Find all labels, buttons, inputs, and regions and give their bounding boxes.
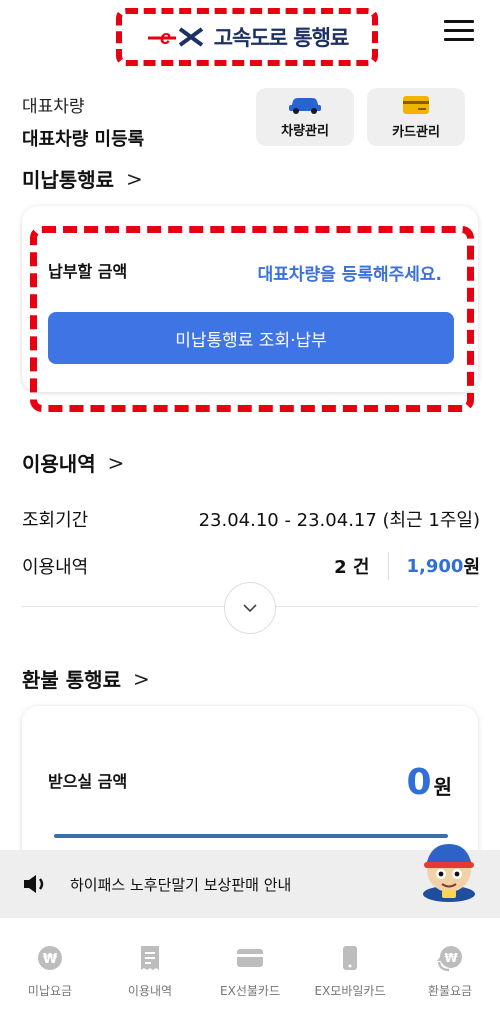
usage-count: 2 건	[334, 557, 370, 578]
chevron-right-icon: >	[126, 166, 143, 191]
won-coin-icon: ₩	[38, 946, 62, 970]
bottom-navigation: ₩ 미납요금 이용내역 EX선불카드 EX모바일카드 ₩ 환불요금	[0, 918, 500, 1020]
unpaid-inquiry-pay-button[interactable]: 미납통행료 조회·납부	[48, 312, 454, 364]
pay-amount-label: 납부할 금액	[48, 262, 128, 281]
unpaid-section-title: 미납통행료	[22, 168, 114, 192]
representative-vehicle: 대표차량 대표차량 미등록	[22, 92, 144, 151]
usage-section-title: 이용내역	[22, 452, 96, 476]
nav-item-unpaid[interactable]: ₩ 미납요금	[0, 918, 100, 1020]
divider	[387, 552, 389, 580]
svg-text:₩: ₩	[444, 951, 458, 965]
usage-amount-unit: 원	[463, 557, 480, 578]
vehicle-value: 대표차량 미등록	[22, 129, 145, 150]
nav-label: 이용내역	[127, 984, 173, 998]
period-label: 조회기간	[22, 510, 89, 531]
svg-text:e: e	[160, 27, 171, 49]
chevron-down-icon	[243, 604, 257, 613]
vehicle-manage-button[interactable]: 차량관리	[256, 88, 354, 146]
vehicle-label: 대표차량	[22, 97, 85, 117]
receipt-icon	[141, 946, 159, 970]
nav-label: 미납요금	[27, 984, 73, 998]
svg-text:₩: ₩	[43, 952, 58, 967]
hamburger-menu-icon[interactable]	[444, 20, 474, 44]
ex-logo-icon: e	[147, 27, 203, 49]
nav-label: EX모바일카드	[314, 984, 386, 998]
card-manage-label: 카드관리	[392, 124, 440, 140]
mascot-icon[interactable]	[416, 840, 482, 902]
usage-summary-row: 이용내역 2 건 1,900 원	[22, 552, 480, 580]
unpaid-section-header[interactable]: 미납통행료 >	[22, 164, 143, 193]
history-label: 이용내역	[22, 557, 89, 578]
nav-item-history[interactable]: 이용내역	[100, 918, 200, 1020]
usage-amount: 1,900	[406, 555, 464, 577]
vehicle-manage-label: 차량관리	[281, 123, 329, 139]
notice-text: 하이패스 노후단말기 보상판매 안내	[70, 875, 292, 894]
nav-label: EX선불카드	[220, 984, 280, 998]
card-manage-button[interactable]: 카드관리	[367, 88, 465, 146]
nav-item-prepaid-card[interactable]: EX선불카드	[200, 918, 300, 1020]
receive-amount-value: 0	[406, 762, 432, 803]
receive-amount-unit: 원	[433, 775, 452, 799]
chevron-right-icon: >	[107, 450, 125, 475]
nav-item-mobile-card[interactable]: EX모바일카드	[300, 918, 400, 1020]
app-title: 고속도로 통행료	[213, 26, 350, 50]
app-logo[interactable]: e 고속도로 통행료	[116, 8, 378, 66]
nav-label: 환불요금	[427, 984, 473, 998]
inquiry-period-row: 조회기간 23.04.10 - 23.04.17 (최근 1주일)	[22, 506, 480, 532]
car-icon	[289, 97, 321, 114]
speaker-icon	[24, 875, 44, 893]
nav-item-refund[interactable]: ₩ 환불요금	[400, 918, 500, 1020]
refund-section-header[interactable]: 환불 통행료 >	[22, 664, 150, 693]
card-icon	[237, 949, 263, 967]
refund-section-title: 환불 통행료	[22, 668, 121, 692]
receive-amount: 0 원	[407, 762, 452, 803]
refund-button-edge[interactable]	[54, 834, 448, 838]
receive-amount-label: 받으실 금액	[48, 772, 128, 791]
mobile-icon	[343, 946, 357, 970]
usage-section-header[interactable]: 이용내역 >	[22, 448, 124, 477]
refund-icon: ₩	[437, 946, 462, 972]
credit-card-icon	[403, 95, 429, 114]
app-header: e 고속도로 통행료	[0, 0, 500, 70]
register-vehicle-message[interactable]: 대표차량을 등록해주세요.	[258, 260, 442, 285]
expand-button[interactable]	[224, 582, 276, 634]
period-value: 23.04.10 - 23.04.17 (최근 1주일)	[198, 510, 480, 531]
chevron-right-icon: >	[132, 666, 150, 691]
